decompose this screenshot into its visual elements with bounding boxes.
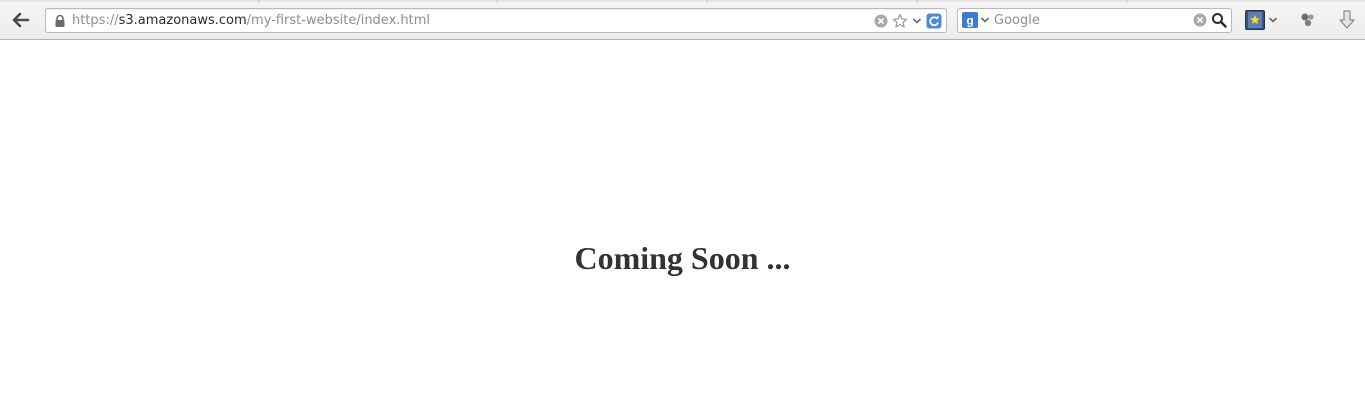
reload-icon[interactable] — [926, 13, 942, 29]
page-heading: Coming Soon ... — [574, 240, 791, 276]
search-input[interactable] — [994, 11, 1194, 30]
bookmarks-icon — [1245, 10, 1265, 30]
chevron-down-icon[interactable] — [912, 17, 922, 25]
chevron-down-icon — [1268, 17, 1278, 23]
url-text[interactable]: https://s3.amazonaws.com/my-first-websit… — [72, 13, 430, 29]
url-bar-icons — [874, 12, 942, 30]
search-box[interactable]: g — [957, 8, 1232, 33]
downloads-button[interactable] — [1337, 9, 1357, 31]
url-path: /my-first-website/index.html — [246, 13, 431, 28]
clear-url-icon[interactable] — [874, 14, 888, 28]
search-box-icons — [1193, 12, 1227, 28]
star-icon[interactable] — [892, 13, 908, 29]
search-engine-selector[interactable]: g — [962, 12, 990, 28]
google-icon: g — [962, 12, 978, 28]
chevron-down-icon — [980, 17, 990, 23]
magnifier-icon[interactable] — [1211, 12, 1227, 28]
url-host: s3.amazonaws.com — [118, 13, 247, 28]
tab-strip-edge — [0, 0, 1365, 3]
url-scheme: https:// — [72, 13, 119, 28]
svg-text:g: g — [966, 14, 973, 28]
download-arrow-icon — [1339, 10, 1355, 29]
back-arrow-icon — [12, 12, 30, 28]
back-button[interactable] — [7, 8, 33, 32]
bookmarks-menu-button[interactable] — [1244, 9, 1278, 31]
browser-toolbar: https://s3.amazonaws.com/my-first-websit… — [0, 0, 1365, 40]
url-bar[interactable]: https://s3.amazonaws.com/my-first-websit… — [45, 8, 947, 33]
lock-icon — [55, 14, 65, 27]
sync-button[interactable] — [1299, 9, 1317, 31]
sync-icon — [1301, 13, 1314, 27]
clear-search-icon[interactable] — [1193, 13, 1207, 27]
